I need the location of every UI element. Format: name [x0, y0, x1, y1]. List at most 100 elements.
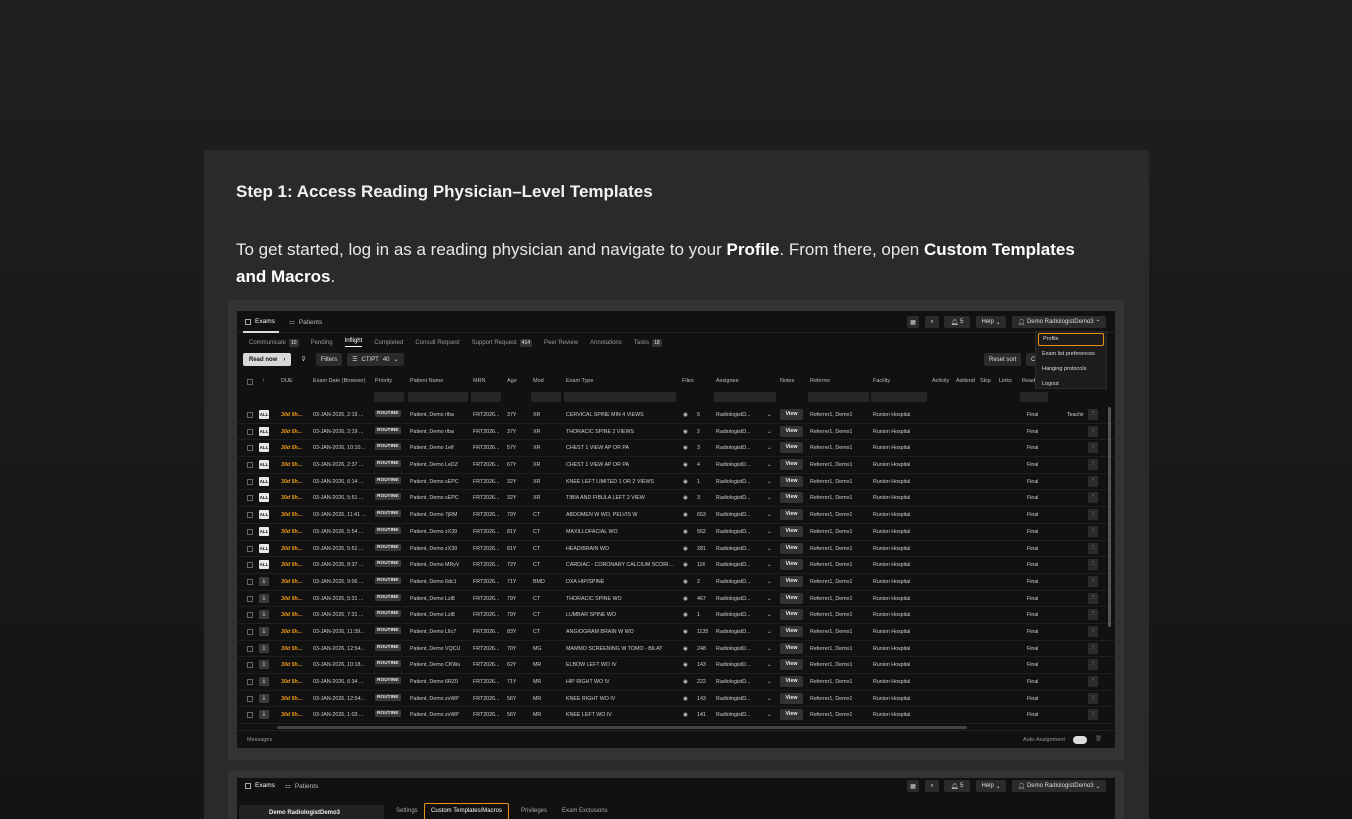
col-read[interactable]: Read	[1022, 378, 1035, 384]
read-filter[interactable]	[1020, 392, 1048, 402]
row-menu-icon[interactable]: ⋮	[1088, 559, 1098, 571]
read-now-button[interactable]: Read now ›	[243, 353, 292, 366]
col-age[interactable]: Age	[507, 378, 517, 384]
tab-exams[interactable]: Exams	[245, 318, 275, 325]
eye-icon[interactable]: ◉	[683, 412, 688, 418]
row-menu-icon[interactable]: ⋮	[1088, 659, 1098, 671]
view-notes-button[interactable]: View	[780, 676, 803, 687]
row-checkbox[interactable]	[247, 712, 253, 719]
eye-icon[interactable]: ◉	[683, 495, 688, 501]
assignee-chevron-icon[interactable]: ⌄	[767, 429, 771, 435]
view-notes-button[interactable]: View	[780, 475, 803, 487]
notifications-button[interactable]: 🔔︎ 5	[944, 780, 970, 792]
menu-item-profile[interactable]: Profile	[1038, 333, 1104, 346]
table-row[interactable]: ALL 30d 5h... 03-JAN-2026, 8:37 ... ROUTINE…	[237, 557, 1115, 574]
mod-filter[interactable]	[531, 392, 561, 402]
tab-exams[interactable]: Exams	[245, 782, 275, 789]
view-notes-button[interactable]: View	[780, 709, 803, 721]
eye-icon[interactable]: ◉	[683, 512, 688, 518]
assignee-chevron-icon[interactable]: ⌄	[767, 596, 771, 602]
row-checkbox[interactable]	[247, 462, 253, 469]
assignee-chevron-icon[interactable]: ⌄	[767, 629, 771, 635]
eye-icon[interactable]: ◉	[683, 679, 688, 685]
row-checkbox[interactable]	[247, 595, 253, 602]
view-notes-button[interactable]: View	[780, 609, 803, 621]
user-menu-button[interactable]: 👤︎ Demo RadiologistDemo3 ⌃	[1012, 316, 1106, 328]
row-checkbox[interactable]	[247, 645, 253, 652]
auto-assignment-toggle[interactable]	[1073, 736, 1087, 744]
row-checkbox[interactable]	[247, 512, 253, 519]
tab-settings[interactable]: Settings	[396, 808, 418, 814]
menu-item-exam-list-preferences[interactable]: Exam list preferences	[1036, 347, 1106, 362]
view-notes-button[interactable]: View	[780, 692, 803, 704]
tab-patients[interactable]: ⚏ Patients	[289, 318, 322, 327]
assignee-chevron-icon[interactable]: ⌄	[767, 462, 771, 468]
assignee-chevron-icon[interactable]: ⌄	[767, 412, 771, 418]
view-notes-button[interactable]: View	[780, 425, 803, 437]
table-row[interactable]: ALL 30d 5h... 03-JAN-2026, 10:10... ROUTINE…	[237, 440, 1115, 458]
sort-up-icon[interactable]: ↑	[262, 378, 265, 384]
facility-filter[interactable]	[871, 392, 927, 402]
col-exam-date[interactable]: Exam Date (Browser)	[313, 378, 366, 384]
tab-patients[interactable]: ⚏ Patients	[285, 782, 318, 791]
menu-item-logout[interactable]: Logout	[1036, 377, 1106, 392]
priority-filter[interactable]	[374, 392, 404, 402]
row-menu-icon[interactable]: ⋮	[1088, 442, 1098, 454]
subtab-consult-request[interactable]: Consult Request	[415, 338, 459, 347]
menu-item-hanging-protocols[interactable]: Hanging protocols	[1036, 362, 1106, 377]
messages-label[interactable]: Messages	[247, 737, 272, 743]
ctpt-preset-select[interactable]: ☰ CT/PT 40 ⌄	[347, 353, 404, 366]
tab-privileges[interactable]: Privileges	[521, 808, 547, 814]
select-all-checkbox[interactable]	[247, 379, 253, 385]
row-menu-icon[interactable]: ⋮	[1088, 642, 1098, 654]
col-priority[interactable]: Priority	[375, 378, 392, 384]
assignee-chevron-icon[interactable]: ⌄	[767, 579, 771, 585]
horizontal-scrollbar[interactable]	[277, 726, 967, 729]
row-checkbox[interactable]	[247, 612, 253, 619]
calendar-icon[interactable]: ▦	[907, 316, 919, 328]
view-notes-button[interactable]: View	[780, 592, 803, 604]
row-checkbox[interactable]	[247, 478, 253, 485]
row-menu-icon[interactable]: ⋮	[1088, 509, 1098, 521]
assignee-chevron-icon[interactable]: ⌄	[767, 479, 771, 485]
row-checkbox[interactable]	[247, 495, 253, 502]
help-button[interactable]: Help ⌄	[976, 316, 1006, 328]
tab-exam-exclusions[interactable]: Exam Exclusions	[562, 808, 608, 814]
subtab-communicate[interactable]: Communicate 10	[249, 338, 299, 347]
col-files[interactable]: Files	[682, 378, 694, 384]
col-assignee[interactable]: Assignee	[716, 378, 739, 384]
row-checkbox[interactable]	[247, 428, 253, 435]
assignee-chevron-icon[interactable]: ⌄	[767, 562, 771, 568]
row-menu-icon[interactable]: ⋮	[1088, 609, 1098, 621]
filter-off-icon[interactable]: ⊽	[296, 353, 310, 366]
assignee-chevron-icon[interactable]: ⌄	[767, 646, 771, 652]
row-checkbox[interactable]	[247, 445, 253, 452]
patient-filter[interactable]	[408, 392, 468, 402]
subtab-peer-review[interactable]: Peer Review	[544, 338, 578, 347]
col-skip[interactable]: Skip	[980, 378, 991, 384]
row-menu-icon[interactable]: ⋮	[1088, 475, 1098, 487]
assignee-chevron-icon[interactable]: ⌄	[767, 712, 771, 718]
row-menu-icon[interactable]: ⋮	[1088, 409, 1098, 420]
col-activity[interactable]: Activity	[932, 378, 949, 384]
row-menu-icon[interactable]: ⋮	[1088, 425, 1098, 437]
table-row[interactable]: ALL 30d 5h... 03-JAN-2026, 6:14 ... ROUTINE…	[237, 474, 1115, 491]
eye-icon[interactable]: ◉	[683, 562, 688, 568]
row-checkbox[interactable]	[247, 412, 253, 418]
row-menu-icon[interactable]: ⋮	[1088, 592, 1098, 604]
row-menu-icon[interactable]: ⋮	[1088, 625, 1098, 637]
table-row[interactable]: ALL 30d 5h... 03-JAN-2026, 2:19 ... ROUTINE…	[237, 424, 1115, 441]
eye-icon[interactable]: ◉	[683, 712, 688, 718]
mrn-filter[interactable]	[471, 392, 501, 402]
col-exam-type[interactable]: Exam Type	[566, 378, 593, 384]
eye-icon[interactable]: ◉	[683, 629, 688, 635]
search-icon[interactable]: ⌕	[925, 316, 939, 328]
col-facility[interactable]: Facility	[873, 378, 890, 384]
subtab-inflight[interactable]: Inflight	[344, 338, 363, 347]
table-row[interactable]: ⤓ 30d 5h... 03-JAN-2026, 12:54... ROUTINE Pa…	[237, 641, 1115, 658]
col-due[interactable]: DUE	[281, 378, 293, 384]
assignee-chevron-icon[interactable]: ⌄	[767, 546, 771, 552]
search-icon[interactable]: ⌕	[925, 780, 939, 792]
tab-custom-templates-macros[interactable]: Custom Templates/Macros	[424, 803, 509, 819]
col-referrer[interactable]: Referrer	[810, 378, 830, 384]
